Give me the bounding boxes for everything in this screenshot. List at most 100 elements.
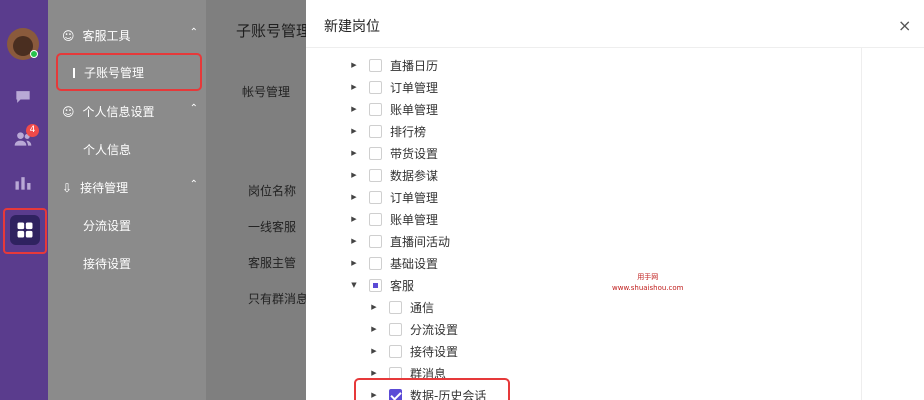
- watermark-line: www.shuaishou.com: [612, 284, 684, 292]
- tree-label: 通信: [410, 300, 435, 315]
- caret-right-icon[interactable]: ▶: [348, 105, 360, 113]
- tree-label: 客服: [390, 278, 415, 293]
- caret-right-icon[interactable]: ▶: [348, 237, 360, 245]
- tree-checkbox[interactable]: [369, 102, 382, 116]
- tree-label: 直播日历: [390, 58, 439, 73]
- online-status-dot: [30, 50, 38, 58]
- nav-group-label: 个人信息设置: [82, 105, 155, 119]
- tree-row[interactable]: ▶ 账单管理: [348, 208, 438, 230]
- tree-label: 排行榜: [390, 124, 427, 139]
- secondary-nav: ☺ 客服工具 ⌃ 子账号管理 ☺ 个人信息设置 ⌃ 个人信息 ⇩ 接待管理 ⌃ …: [48, 0, 206, 400]
- divider: [861, 48, 862, 400]
- permission-tree: ▶ 直播日历 ▶ 订单管理 ▶ 账单管理 ▶ 排行榜 ▶ 带货设置 ▶ 数据参谋 ▶ 订单管理 ▶ 账单管理 ▶…: [306, 44, 856, 400]
- tree-row[interactable]: ▶ 分流设置: [368, 318, 458, 340]
- highlight-box: [354, 378, 510, 400]
- drawer-header: 新建岗位 ×: [306, 0, 924, 48]
- page-title: 子账号管理: [236, 22, 306, 40]
- chevron-up-icon: ⌃: [189, 179, 198, 190]
- tree-row[interactable]: ▶ 订单管理: [348, 76, 438, 98]
- chevron-up-icon: ⌃: [189, 27, 198, 38]
- tree-label: 订单管理: [390, 80, 439, 95]
- nav-group-label: 客服工具: [82, 29, 131, 43]
- caret-right-icon[interactable]: ▶: [368, 303, 380, 311]
- tree-row[interactable]: ▶ 账单管理: [348, 98, 438, 120]
- nav-group-label: 接待管理: [80, 181, 129, 195]
- nav-item-label: 子账号管理: [84, 66, 145, 80]
- drawer-title: 新建岗位: [324, 19, 380, 35]
- tree-label: 分流设置: [410, 322, 459, 337]
- caret-right-icon[interactable]: ▶: [348, 171, 360, 179]
- tree-checkbox[interactable]: [369, 146, 382, 160]
- apps-grid-icon: [10, 215, 40, 245]
- tree-label: 账单管理: [390, 212, 439, 227]
- main-content: 子账号管理 帐号管理 岗位名称 一线客服 客服主管 只有群消息: [206, 0, 306, 400]
- table-cell: 客服主管: [248, 256, 297, 270]
- caret-right-icon[interactable]: ▶: [348, 61, 360, 69]
- nav-item-reception-settings[interactable]: 接待设置: [83, 255, 131, 272]
- caret-right-icon[interactable]: ▶: [368, 325, 380, 333]
- tree-label: 数据参谋: [390, 168, 439, 183]
- tree-row[interactable]: ▶ 通信: [368, 296, 434, 318]
- tree-checkbox[interactable]: [369, 234, 382, 248]
- tree-label: 账单管理: [390, 102, 439, 117]
- close-icon[interactable]: ×: [898, 16, 911, 35]
- caret-right-icon[interactable]: ▶: [368, 347, 380, 355]
- column-header-position: 岗位名称: [248, 184, 297, 198]
- tree-checkbox[interactable]: [369, 212, 382, 226]
- download-icon: ⇩: [62, 180, 73, 195]
- tree-checkbox[interactable]: [369, 256, 382, 270]
- tree-checkbox[interactable]: [389, 300, 402, 314]
- caret-right-icon[interactable]: ▶: [348, 127, 360, 135]
- chevron-up-icon: ⌃: [189, 103, 198, 114]
- caret-right-icon[interactable]: ▶: [348, 259, 360, 267]
- caret-right-icon[interactable]: ▶: [348, 83, 360, 91]
- user-icon: ☺: [62, 28, 75, 43]
- tab-account-management[interactable]: 帐号管理: [242, 83, 290, 100]
- apps-button-active[interactable]: [3, 208, 47, 254]
- tree-row[interactable]: ▶ 数据参谋: [348, 164, 438, 186]
- app-rail: 4: [0, 0, 48, 400]
- nav-group-personal-settings[interactable]: ☺ 个人信息设置 ⌃: [62, 103, 198, 120]
- nav-group-customer-tools[interactable]: ☺ 客服工具 ⌃: [62, 27, 198, 44]
- table-cell: 只有群消息: [248, 292, 306, 306]
- watermark: 用手网 www.shuaishou.com: [612, 272, 684, 294]
- caret-down-icon[interactable]: ▼: [348, 281, 360, 289]
- tree-checkbox[interactable]: [389, 322, 402, 336]
- tree-checkbox[interactable]: [369, 278, 382, 292]
- tree-label: 带货设置: [390, 146, 439, 161]
- tree-checkbox[interactable]: [369, 80, 382, 94]
- notification-badge: 4: [26, 124, 39, 137]
- tree-checkbox[interactable]: [369, 124, 382, 138]
- tree-row[interactable]: ▶ 直播间活动: [348, 230, 450, 252]
- tree-checkbox[interactable]: [389, 344, 402, 358]
- bar-chart-icon[interactable]: [11, 172, 35, 194]
- table-cell: 一线客服: [248, 220, 297, 234]
- chat-icon[interactable]: [11, 86, 35, 108]
- tree-checkbox[interactable]: [369, 168, 382, 182]
- tree-label: 基础设置: [390, 256, 439, 271]
- tree-row[interactable]: ▶ 排行榜: [348, 120, 426, 142]
- watermark-line: 用手网: [637, 273, 659, 281]
- tree-row[interactable]: ▶ 订单管理: [348, 186, 438, 208]
- caret-right-icon[interactable]: ▶: [348, 149, 360, 157]
- tree-row[interactable]: ▶ 直播日历: [348, 54, 438, 76]
- new-position-drawer: 新建岗位 × ▶ 直播日历 ▶ 订单管理 ▶ 账单管理 ▶ 排行榜 ▶ 带货设置 ▶ 数据参谋 ▶ 订单管…: [306, 0, 924, 400]
- nav-item-distribution[interactable]: 分流设置: [83, 217, 131, 234]
- tree-label: 订单管理: [390, 190, 439, 205]
- active-indicator: [73, 68, 75, 78]
- tree-checkbox[interactable]: [369, 190, 382, 204]
- nav-item-subaccount-active[interactable]: 子账号管理: [56, 53, 202, 91]
- tree-label: 接待设置: [410, 344, 459, 359]
- tree-checkbox[interactable]: [369, 58, 382, 72]
- caret-right-icon[interactable]: ▶: [368, 369, 380, 377]
- tree-row[interactable]: ▶ 带货设置: [348, 142, 438, 164]
- tree-label: 直播间活动: [390, 234, 451, 249]
- nav-item-personal-info[interactable]: 个人信息: [83, 141, 131, 158]
- caret-right-icon[interactable]: ▶: [348, 193, 360, 201]
- tree-row[interactable]: ▶ 基础设置: [348, 252, 438, 274]
- tree-row[interactable]: ▼ 客服: [348, 274, 414, 296]
- caret-right-icon[interactable]: ▶: [348, 215, 360, 223]
- tree-row[interactable]: ▶ 接待设置: [368, 340, 458, 362]
- nav-group-reception[interactable]: ⇩ 接待管理 ⌃: [62, 179, 198, 196]
- user-icon: ☺: [62, 104, 75, 119]
